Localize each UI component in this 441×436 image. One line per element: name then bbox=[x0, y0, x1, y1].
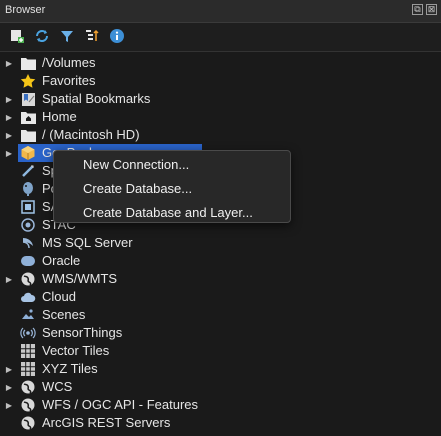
collapse-all-icon[interactable] bbox=[84, 28, 100, 44]
expand-arrow-icon[interactable]: ▶ bbox=[5, 378, 13, 396]
tree-item-sensorthings[interactable]: SensorThings bbox=[0, 324, 441, 342]
float-panel-button[interactable]: ⧉ bbox=[412, 4, 423, 15]
info-icon[interactable] bbox=[109, 28, 125, 44]
expand-arrow-icon[interactable]: ▶ bbox=[5, 144, 13, 162]
panel-titlebar: Browser ⧉ ⊠ bbox=[0, 0, 441, 23]
browser-panel: Browser ⧉ ⊠ ▶ /Volumes Favorites ▶ Spati… bbox=[0, 0, 441, 436]
tree-item-label: ArcGIS REST Servers bbox=[42, 415, 171, 430]
tree-item-spatial-bookmarks[interactable]: ▶ Spatial Bookmarks bbox=[0, 90, 441, 108]
tree-item-label: Cloud bbox=[42, 289, 76, 304]
scenes-icon bbox=[20, 307, 36, 323]
tree-item-macintosh-hd[interactable]: ▶ / (Macintosh HD) bbox=[0, 126, 441, 144]
postgis-icon bbox=[20, 181, 36, 197]
tree-item-label: Spatial Bookmarks bbox=[42, 91, 151, 106]
geopackage-icon bbox=[20, 145, 36, 161]
expand-arrow-icon[interactable]: ▶ bbox=[5, 108, 13, 126]
tree-item-xyz-tiles[interactable]: ▶ XYZ Tiles bbox=[0, 360, 441, 378]
expand-arrow-icon[interactable]: ▶ bbox=[5, 54, 13, 72]
tree-item-label: /Volumes bbox=[42, 55, 96, 70]
mssql-icon bbox=[20, 235, 36, 251]
panel-title: Browser bbox=[5, 4, 46, 16]
tree-item-favorites[interactable]: Favorites bbox=[0, 72, 441, 90]
tree-item-cloud[interactable]: Cloud bbox=[0, 288, 441, 306]
home-icon bbox=[20, 109, 36, 125]
oracle-icon bbox=[20, 253, 36, 269]
expand-arrow-icon[interactable]: ▶ bbox=[5, 90, 13, 108]
filter-icon[interactable] bbox=[59, 28, 75, 44]
context-menu: New Connection... Create Database... Cre… bbox=[53, 150, 291, 223]
spatialite-icon bbox=[20, 163, 36, 179]
expand-arrow-icon[interactable]: ▶ bbox=[5, 126, 13, 144]
globe-icon bbox=[20, 415, 36, 431]
expand-arrow-icon[interactable]: ▶ bbox=[5, 360, 13, 378]
folder-icon bbox=[20, 127, 36, 143]
tree-item-label: Oracle bbox=[42, 253, 81, 268]
tree-item-label: WFS / OGC API - Features bbox=[42, 397, 199, 412]
tree-item-oracle[interactable]: Oracle bbox=[0, 252, 441, 270]
tree-item-wms-wmts[interactable]: ▶ WMS/WMTS bbox=[0, 270, 441, 288]
menu-item-create-database-and-layer[interactable]: Create Database and Layer... bbox=[83, 205, 253, 220]
tree-item-mssql[interactable]: MS SQL Server bbox=[0, 234, 441, 252]
star-icon bbox=[20, 73, 36, 89]
cloud-icon bbox=[20, 289, 36, 305]
tree-item-volumes[interactable]: ▶ /Volumes bbox=[0, 54, 441, 72]
tree-item-label: WMS/WMTS bbox=[42, 271, 118, 286]
menu-item-new-connection[interactable]: New Connection... bbox=[83, 157, 189, 172]
tree-item-label: Favorites bbox=[42, 73, 96, 88]
globe-icon bbox=[20, 271, 36, 287]
globe-icon bbox=[20, 397, 36, 413]
tree-item-scenes[interactable]: Scenes bbox=[0, 306, 441, 324]
tree-item-wcs[interactable]: ▶ WCS bbox=[0, 378, 441, 396]
add-layer-icon[interactable] bbox=[9, 28, 25, 44]
globe-icon bbox=[20, 379, 36, 395]
tree-item-label: Home bbox=[42, 109, 77, 124]
tree-item-vector-tiles[interactable]: Vector Tiles bbox=[0, 342, 441, 360]
tree-item-label: WCS bbox=[42, 379, 73, 394]
tree-item-home[interactable]: ▶ Home bbox=[0, 108, 441, 126]
tree-item-label: Scenes bbox=[42, 307, 86, 322]
close-panel-button[interactable]: ⊠ bbox=[426, 4, 437, 15]
folder-icon bbox=[20, 55, 36, 71]
bookmarks-icon bbox=[20, 91, 36, 107]
stac-icon bbox=[20, 217, 36, 233]
tree-item-label: SensorThings bbox=[42, 325, 123, 340]
expand-arrow-icon[interactable]: ▶ bbox=[5, 270, 13, 288]
tree-item-label: / (Macintosh HD) bbox=[42, 127, 140, 142]
refresh-icon[interactable] bbox=[34, 28, 50, 44]
browser-tree[interactable]: ▶ /Volumes Favorites ▶ Spatial Bookmarks… bbox=[0, 51, 441, 436]
tree-item-label: Vector Tiles bbox=[42, 343, 110, 358]
grid-icon bbox=[20, 361, 36, 377]
expand-arrow-icon[interactable]: ▶ bbox=[5, 396, 13, 414]
sap-hana-icon bbox=[20, 199, 36, 215]
menu-item-create-database[interactable]: Create Database... bbox=[83, 181, 192, 196]
tree-item-arcgis-rest[interactable]: ArcGIS REST Servers bbox=[0, 414, 441, 432]
tree-item-wfs[interactable]: ▶ WFS / OGC API - Features bbox=[0, 396, 441, 414]
tree-item-label: XYZ Tiles bbox=[42, 361, 98, 376]
tree-item-label: MS SQL Server bbox=[42, 235, 133, 250]
grid-icon bbox=[20, 343, 36, 359]
sensorthings-icon bbox=[20, 325, 36, 341]
browser-toolbar bbox=[0, 22, 441, 50]
